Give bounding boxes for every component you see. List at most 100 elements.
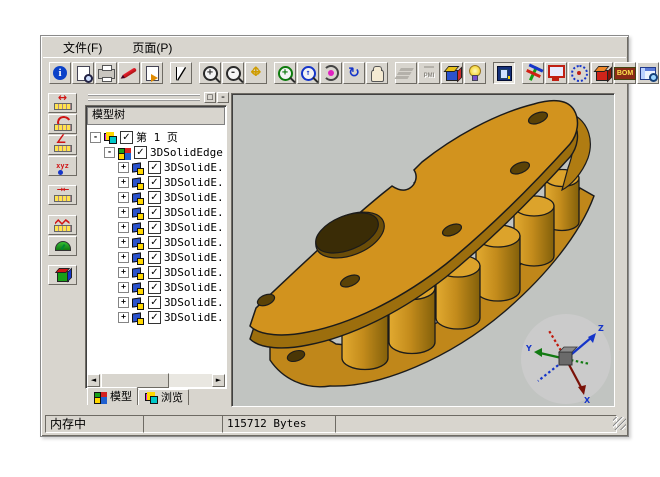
collapse-icon[interactable]: -: [104, 147, 115, 158]
measure-angle-button[interactable]: [48, 135, 77, 155]
measure-polyline-button[interactable]: [48, 215, 77, 235]
tree-row-part[interactable]: + ✓ 3DSolidE.: [87, 235, 225, 250]
panel-restore-button[interactable]: □: [204, 92, 216, 103]
part-checkbox[interactable]: ✓: [148, 266, 161, 279]
zoom-window-button[interactable]: [274, 62, 296, 84]
solid-box-button[interactable]: [591, 62, 613, 84]
part-node-label[interactable]: 3DSolidE.: [164, 295, 224, 310]
measure-volume-icon: [57, 271, 69, 282]
part-checkbox[interactable]: ✓: [148, 281, 161, 294]
expand-icon[interactable]: +: [118, 207, 129, 218]
screen-button[interactable]: [545, 62, 567, 84]
zoom-out-button[interactable]: [222, 62, 244, 84]
scrollbar-thumb[interactable]: [101, 373, 169, 388]
view-cube-button[interactable]: [441, 62, 463, 84]
part-checkbox[interactable]: ✓: [148, 206, 161, 219]
tree-panel-title: 模型树: [87, 107, 225, 125]
measure-gauge-button[interactable]: [48, 236, 77, 256]
expand-icon[interactable]: +: [118, 222, 129, 233]
pan-hand-button[interactable]: [366, 62, 388, 84]
menu-file[interactable]: 文件(F): [63, 39, 102, 56]
measure-horizontal-button[interactable]: [48, 93, 77, 113]
tree-row-part[interactable]: + ✓ 3DSolidE.: [87, 175, 225, 190]
part-checkbox[interactable]: ✓: [148, 221, 161, 234]
info-button[interactable]: [49, 62, 71, 84]
3d-viewport[interactable]: Z X Y: [231, 93, 615, 407]
assembly-checkbox[interactable]: ✓: [134, 146, 147, 159]
expand-icon[interactable]: +: [118, 177, 129, 188]
rotate-view-button[interactable]: [320, 62, 342, 84]
report-table-button[interactable]: [637, 62, 659, 84]
print-button[interactable]: [95, 62, 117, 84]
resize-grip[interactable]: [613, 417, 626, 430]
panel-gripper[interactable]: [88, 94, 200, 101]
tree-row-assembly[interactable]: - ✓ 3DSolidEdge.: [87, 145, 225, 160]
markup-pen-button[interactable]: [118, 62, 140, 84]
tree-row-part[interactable]: + ✓ 3DSolidE.: [87, 295, 225, 310]
pan-arrows-button[interactable]: [245, 62, 267, 84]
tree-row-part[interactable]: + ✓ 3DSolidE.: [87, 205, 225, 220]
measure-volume-button[interactable]: [48, 265, 77, 285]
part-checkbox[interactable]: ✓: [148, 311, 161, 324]
part-node-label[interactable]: 3DSolidE.: [164, 250, 224, 265]
part-checkbox[interactable]: ✓: [148, 251, 161, 264]
light-button[interactable]: [464, 62, 486, 84]
expand-icon[interactable]: +: [118, 267, 129, 278]
part-checkbox[interactable]: ✓: [148, 236, 161, 249]
tree-row-part[interactable]: + ✓ 3DSolidE.: [87, 250, 225, 265]
select-button[interactable]: [170, 62, 192, 84]
tree-row-part[interactable]: + ✓ 3DSolidE.: [87, 220, 225, 235]
panel-hide-button[interactable]: –: [217, 92, 229, 103]
tree-row-page[interactable]: - ✓ 第 1 页: [87, 130, 225, 145]
tree-row-part[interactable]: + ✓ 3DSolidE.: [87, 280, 225, 295]
part-node-label[interactable]: 3DSolidE.: [164, 205, 224, 220]
page-checkbox[interactable]: ✓: [120, 131, 133, 144]
measure-distance-button[interactable]: [48, 185, 77, 205]
zoom-select-button[interactable]: [297, 62, 319, 84]
page-node-label[interactable]: 第 1 页: [136, 130, 178, 145]
expand-icon[interactable]: +: [118, 282, 129, 293]
assembly-node-label[interactable]: 3DSolidEdge.: [150, 145, 225, 160]
tree-row-part[interactable]: + ✓ 3DSolidE.: [87, 160, 225, 175]
expand-icon[interactable]: +: [118, 237, 129, 248]
tab-model[interactable]: 模型: [87, 387, 138, 405]
part-checkbox[interactable]: ✓: [148, 191, 161, 204]
part-checkbox[interactable]: ✓: [148, 296, 161, 309]
part-checkbox[interactable]: ✓: [148, 176, 161, 189]
bom-button[interactable]: BOM: [614, 62, 636, 84]
pmi-button[interactable]: PMI: [418, 62, 440, 84]
spin-view-button[interactable]: [343, 62, 365, 84]
part-node-label[interactable]: 3DSolidE.: [164, 235, 224, 250]
measure-xyz-button[interactable]: xyz: [48, 156, 77, 176]
expand-icon[interactable]: +: [118, 297, 129, 308]
part-node-label[interactable]: 3DSolidE.: [164, 265, 224, 280]
print-preview-button[interactable]: [72, 62, 94, 84]
orbit-button[interactable]: [568, 62, 590, 84]
part-node-label[interactable]: 3DSolidE.: [164, 190, 224, 205]
collapse-icon[interactable]: -: [90, 132, 101, 143]
part-node-label[interactable]: 3DSolidE.: [164, 220, 224, 235]
tab-browse[interactable]: 浏览: [138, 389, 189, 405]
scroll-left-button[interactable]: ◄: [87, 374, 100, 387]
zoom-in-button[interactable]: [199, 62, 221, 84]
scroll-right-button[interactable]: ►: [212, 374, 225, 387]
layers-button[interactable]: [395, 62, 417, 84]
tree-row-part[interactable]: + ✓ 3DSolidE.: [87, 310, 225, 325]
part-node-label[interactable]: 3DSolidE.: [164, 280, 224, 295]
part-node-label[interactable]: 3DSolidE.: [164, 175, 224, 190]
tree-row-part[interactable]: + ✓ 3DSolidE.: [87, 265, 225, 280]
expand-icon[interactable]: +: [118, 162, 129, 173]
part-checkbox[interactable]: ✓: [148, 161, 161, 174]
export-button[interactable]: [141, 62, 163, 84]
expand-icon[interactable]: +: [118, 192, 129, 203]
measure-arc-button[interactable]: [48, 114, 77, 134]
part-node-label[interactable]: 3DSolidE.: [164, 160, 224, 175]
part-node-label[interactable]: 3DSolidE.: [164, 310, 224, 325]
expand-icon[interactable]: +: [118, 252, 129, 263]
model-tree-toggle-button[interactable]: [493, 62, 515, 84]
expand-icon[interactable]: +: [118, 312, 129, 323]
axes-button[interactable]: [522, 62, 544, 84]
tree-hscrollbar[interactable]: ◄ ►: [87, 374, 225, 387]
menu-page[interactable]: 页面(P): [132, 39, 172, 56]
tree-row-part[interactable]: + ✓ 3DSolidE.: [87, 190, 225, 205]
